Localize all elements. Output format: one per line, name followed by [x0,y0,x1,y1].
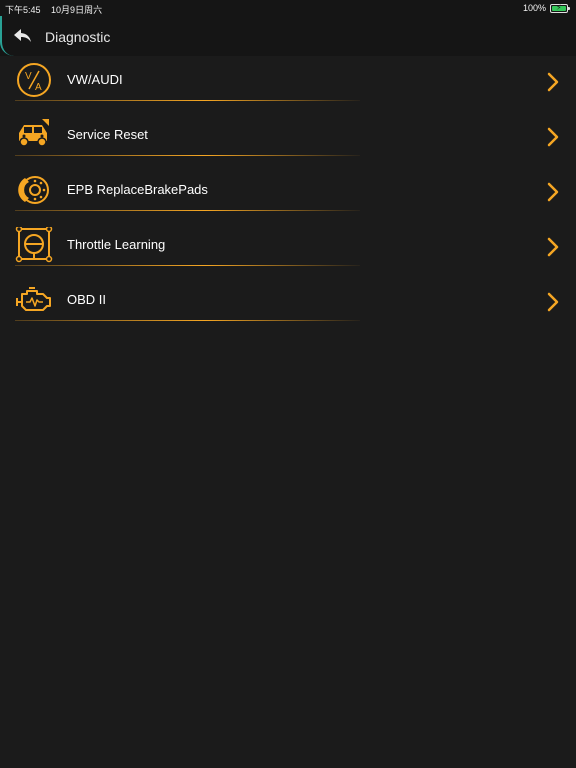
menu-list: V A VW/AUDI Service Reset EPB ReplaceBra… [0,56,576,331]
screen: 下午5:45 10月9日周六 100% ⚡ Diagnostic V A VW/… [0,0,576,768]
chevron-right-icon [547,72,559,92]
nav-accent-curve [0,16,14,56]
engine-icon [16,287,51,311]
status-left: 下午5:45 10月9日周六 [5,3,102,16]
service-car-icon [19,119,49,147]
divider [15,320,360,321]
page-title: Diagnostic [45,29,111,45]
battery-icon: ⚡ [550,3,570,13]
divider [15,265,360,266]
menu-item-label: EPB ReplaceBrakePads [67,182,208,197]
throttle-icon [15,227,53,263]
menu-item-epb[interactable]: EPB ReplaceBrakePads [0,166,576,221]
svg-text:A: A [35,82,42,93]
nav-bar: Diagnostic [0,16,576,56]
brake-disc-icon [18,176,49,204]
chevron-right-icon [547,182,559,202]
menu-item-obd-ii[interactable]: OBD II [0,276,576,331]
status-bar: 下午5:45 10月9日周六 100% ⚡ [0,0,576,16]
back-button[interactable] [12,26,34,46]
battery-percent: 100% [522,3,546,13]
menu-item-label: VW/AUDI [67,72,123,87]
menu-item-service-reset[interactable]: Service Reset [0,111,576,166]
menu-item-vw-audi[interactable]: V A VW/AUDI [0,56,576,111]
menu-item-label: Service Reset [67,127,148,142]
menu-item-label: Throttle Learning [67,237,166,252]
back-arrow-icon [14,29,31,42]
svg-text:V: V [25,71,32,82]
status-right: 100% ⚡ [522,3,570,13]
status-date: 10月9日周六 [51,5,103,15]
chevron-right-icon [547,237,559,257]
chevron-right-icon [547,292,559,312]
chevron-right-icon [547,127,559,147]
menu-item-label: OBD II [67,292,107,307]
divider [15,100,360,101]
status-time: 下午5:45 [5,5,41,15]
vw-audi-icon: V A [17,63,51,97]
divider [15,210,360,211]
menu-item-throttle-learning[interactable]: Throttle Learning [0,221,576,276]
divider [15,155,360,156]
